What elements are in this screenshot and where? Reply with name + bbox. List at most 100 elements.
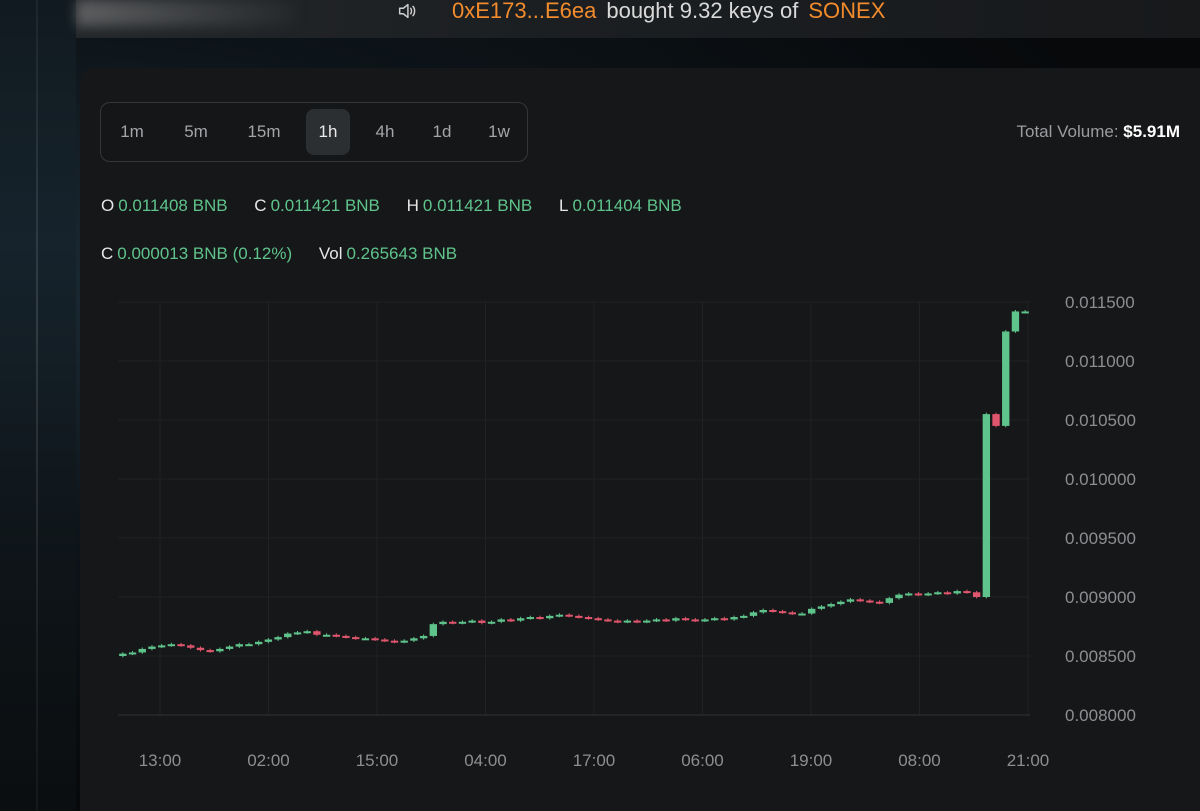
candle-body[interactable] — [381, 639, 389, 642]
candle-body[interactable] — [235, 644, 243, 647]
candle-body[interactable] — [808, 608, 816, 614]
candle-body[interactable] — [846, 599, 855, 602]
candle-body[interactable] — [575, 615, 583, 618]
candle-body[interactable] — [604, 619, 612, 622]
candle-body[interactable] — [196, 647, 205, 651]
candle-body[interactable] — [633, 620, 641, 623]
candle-body[interactable] — [507, 619, 515, 622]
candle-body[interactable] — [371, 638, 379, 641]
candle-body[interactable] — [943, 592, 952, 595]
candle-body[interactable] — [138, 648, 146, 653]
candle-body[interactable] — [992, 414, 1000, 426]
candle-body[interactable] — [798, 613, 806, 616]
candle-body[interactable] — [342, 635, 350, 638]
candle-body[interactable] — [458, 621, 467, 624]
candle-body[interactable] — [148, 646, 156, 649]
candle-body[interactable] — [837, 601, 845, 605]
candle-body[interactable] — [885, 598, 894, 603]
candle-body[interactable] — [439, 621, 447, 625]
candle-body[interactable] — [293, 632, 302, 635]
candle-body[interactable] — [322, 634, 331, 637]
candle-body[interactable] — [740, 615, 748, 618]
candle-body[interactable] — [691, 619, 699, 622]
candle-body[interactable] — [875, 601, 884, 604]
candle-body[interactable] — [652, 619, 661, 622]
candle-body[interactable] — [128, 652, 137, 655]
candle-body[interactable] — [516, 618, 525, 621]
candle-body[interactable] — [817, 606, 826, 609]
candle-body[interactable] — [487, 621, 496, 624]
candle-body[interactable] — [681, 618, 690, 621]
candle-body[interactable] — [468, 620, 476, 623]
candle-body[interactable] — [478, 620, 486, 623]
candle-body[interactable] — [788, 612, 796, 615]
candle-body[interactable] — [1011, 311, 1020, 332]
candle-body[interactable] — [594, 618, 602, 621]
candle-body[interactable] — [905, 593, 913, 596]
candle-body[interactable] — [565, 614, 573, 617]
candle-body[interactable] — [856, 599, 864, 602]
candle-body[interactable] — [555, 614, 564, 617]
candle-body[interactable] — [284, 633, 292, 638]
candle-body[interactable] — [895, 594, 903, 599]
candle-body[interactable] — [429, 624, 438, 636]
candle-body[interactable] — [934, 592, 942, 595]
candle-body[interactable] — [497, 619, 505, 622]
candle-body[interactable] — [662, 619, 670, 622]
candle-body[interactable] — [274, 637, 282, 640]
candle-body[interactable] — [613, 620, 622, 623]
candle-body[interactable] — [352, 637, 360, 640]
candle-body[interactable] — [167, 644, 176, 647]
candle-body[interactable] — [672, 618, 680, 621]
candle-body[interactable] — [982, 414, 991, 597]
candle-body[interactable] — [972, 592, 981, 597]
candle-body[interactable] — [827, 604, 835, 607]
candle-body[interactable] — [410, 638, 418, 641]
candle-body[interactable] — [584, 617, 593, 620]
candle-body[interactable] — [623, 620, 632, 623]
candle-body[interactable] — [187, 645, 195, 648]
candle-body[interactable] — [206, 650, 214, 653]
candle-body[interactable] — [303, 631, 311, 634]
candle-body[interactable] — [924, 593, 932, 596]
candle-body[interactable] — [419, 635, 428, 639]
candle-body[interactable] — [1002, 331, 1010, 426]
candle-body[interactable] — [720, 618, 729, 621]
candle-body[interactable] — [254, 641, 263, 645]
y-axis-tick-label: 0.010500 — [1065, 411, 1136, 430]
candle-body[interactable] — [119, 653, 127, 656]
candle-body[interactable] — [361, 638, 370, 641]
candle-body[interactable] — [963, 591, 971, 594]
candle-body[interactable] — [245, 644, 253, 647]
price-chart[interactable]: 0.011500 0.011000 0.010500 0.010000 0.009500… — [0, 0, 1200, 811]
candle-body[interactable] — [177, 644, 185, 647]
candle-body[interactable] — [730, 617, 738, 620]
candle-body[interactable] — [264, 639, 273, 642]
candle-body[interactable] — [778, 611, 787, 614]
candle-body[interactable] — [710, 618, 719, 621]
candle-body[interactable] — [701, 619, 709, 622]
y-axis-tick-label: 0.008500 — [1065, 647, 1136, 666]
y-axis-tick-label: 0.010000 — [1065, 470, 1136, 489]
candle-body[interactable] — [1021, 311, 1029, 314]
candle-body[interactable] — [332, 634, 340, 637]
candle-body[interactable] — [216, 648, 224, 652]
candle-body[interactable] — [546, 615, 554, 619]
candle-body[interactable] — [526, 617, 535, 620]
candle-body[interactable] — [749, 612, 758, 616]
candle-body[interactable] — [953, 591, 961, 594]
candle-body[interactable] — [769, 609, 777, 612]
candle-body[interactable] — [759, 609, 767, 613]
candle-body[interactable] — [313, 631, 321, 635]
candle-body[interactable] — [400, 640, 408, 643]
y-axis-tick-label: 0.009000 — [1065, 588, 1136, 607]
candle-body[interactable] — [536, 617, 544, 620]
candle-body[interactable] — [914, 593, 923, 596]
candle-body[interactable] — [157, 645, 166, 648]
candle-body[interactable] — [390, 640, 399, 643]
candle-body[interactable] — [225, 646, 234, 649]
candle-body[interactable] — [643, 620, 651, 623]
candle-body[interactable] — [449, 621, 457, 624]
x-axis-tick-label: 13:00 — [139, 751, 182, 770]
candle-body[interactable] — [866, 600, 874, 603]
